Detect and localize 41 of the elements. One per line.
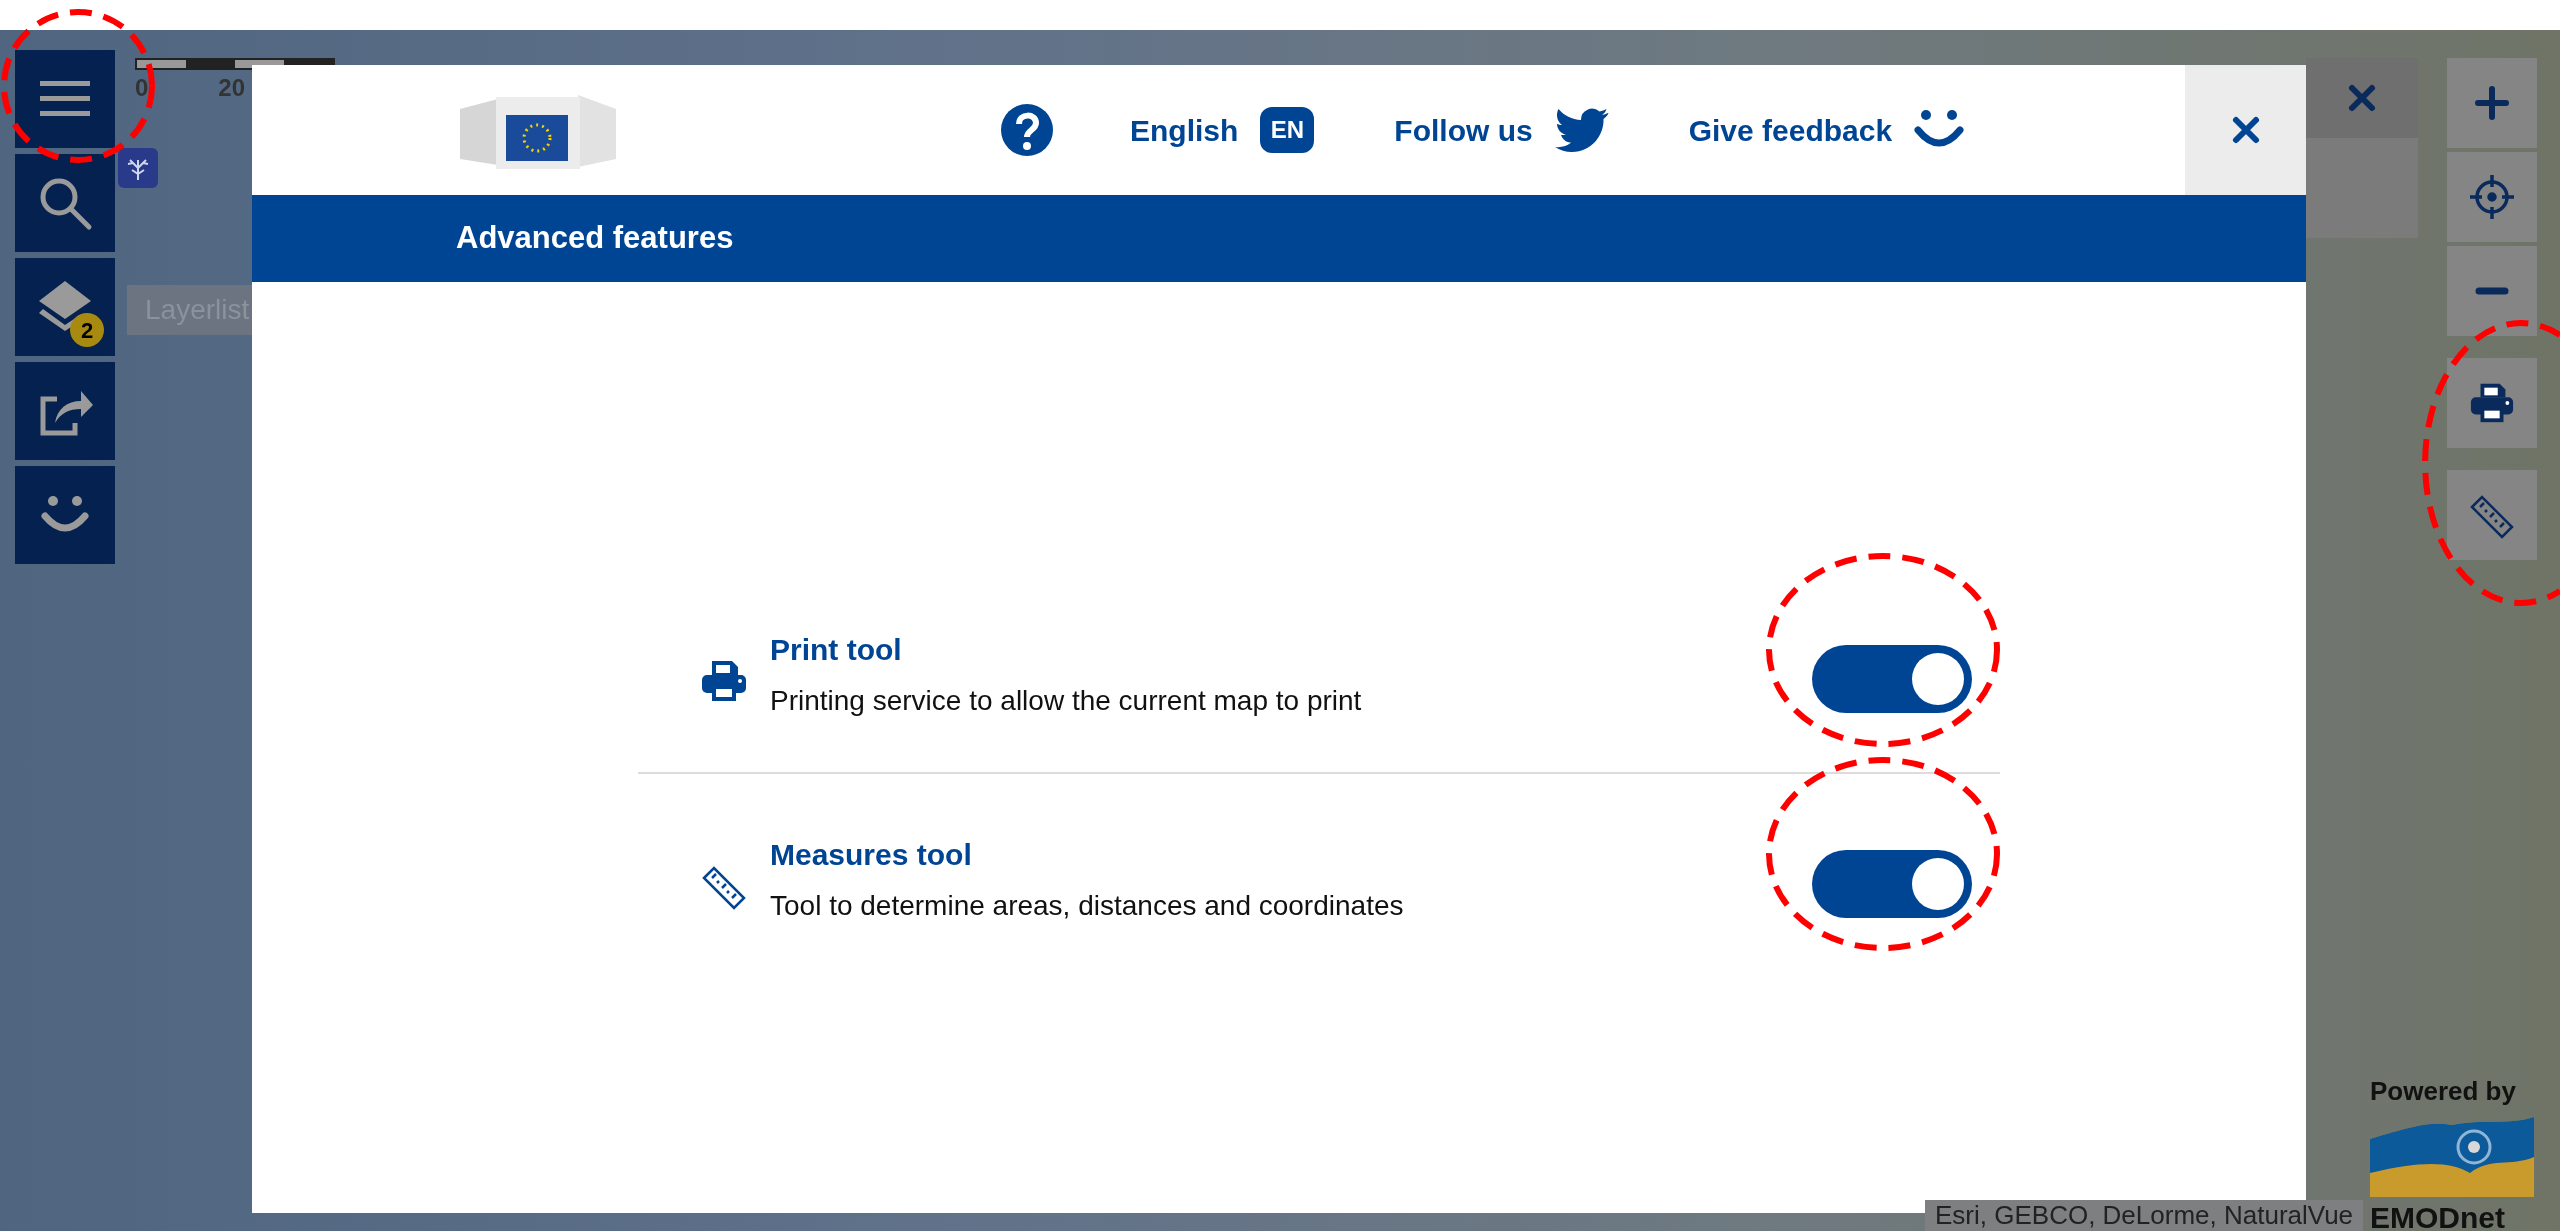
language-link[interactable]: English EN — [1130, 107, 1315, 153]
share-button[interactable] — [15, 362, 115, 460]
brand-name: EMODnet — [2370, 1203, 2505, 1231]
search-button[interactable] — [15, 154, 115, 252]
menu-button[interactable] — [15, 50, 115, 148]
bird-icon — [1554, 108, 1609, 152]
wave-logo-icon — [2370, 1117, 2534, 1197]
language-badge: EN — [1260, 107, 1315, 153]
feature-title: Measures tool — [770, 837, 973, 873]
feedback-button[interactable] — [15, 466, 115, 564]
close-button[interactable] — [2185, 65, 2306, 195]
help-icon — [1000, 103, 1054, 157]
feature-description: Printing service to allow the current map to print — [770, 684, 1362, 718]
minus-icon — [2475, 287, 2509, 295]
locate-button[interactable] — [2447, 152, 2537, 242]
menu-icon — [40, 81, 90, 117]
smiley-icon — [41, 496, 89, 534]
close-button[interactable] — [2306, 58, 2418, 138]
map-attribution: Esri, GEBCO, DeLorme, NaturalVue — [1935, 1199, 2354, 1231]
powered-by-label: Powered by — [2370, 1075, 2516, 1108]
feature-description: Tool to determine areas, distances and coordinates — [770, 889, 1404, 923]
toggle-switch[interactable] — [1812, 645, 1972, 713]
measure-button[interactable] — [2447, 470, 2537, 560]
count-badge: 2 — [70, 313, 104, 347]
feedback-link[interactable]: Give feedback — [1688, 107, 1965, 153]
close-icon — [2230, 115, 2261, 145]
close-icon — [2347, 83, 2377, 113]
zoom-in-button[interactable] — [2447, 58, 2537, 148]
toggle-switch[interactable] — [1812, 850, 1972, 918]
follow-link[interactable]: Follow us — [1394, 107, 1609, 153]
print-button[interactable] — [2447, 358, 2537, 448]
plus-icon — [2475, 86, 2509, 120]
help-link[interactable] — [1000, 103, 1054, 157]
scale-label: 0 — [135, 73, 149, 103]
scale-label: 20 — [218, 73, 246, 103]
dialog-title: Advanced features — [456, 219, 734, 258]
zoom-out-button[interactable] — [2447, 246, 2537, 336]
crosshair-icon — [2469, 174, 2515, 220]
layers-button[interactable]: 2 — [15, 258, 115, 356]
feature-title: Print tool — [770, 632, 903, 668]
map-marker-icon[interactable] — [118, 148, 158, 188]
